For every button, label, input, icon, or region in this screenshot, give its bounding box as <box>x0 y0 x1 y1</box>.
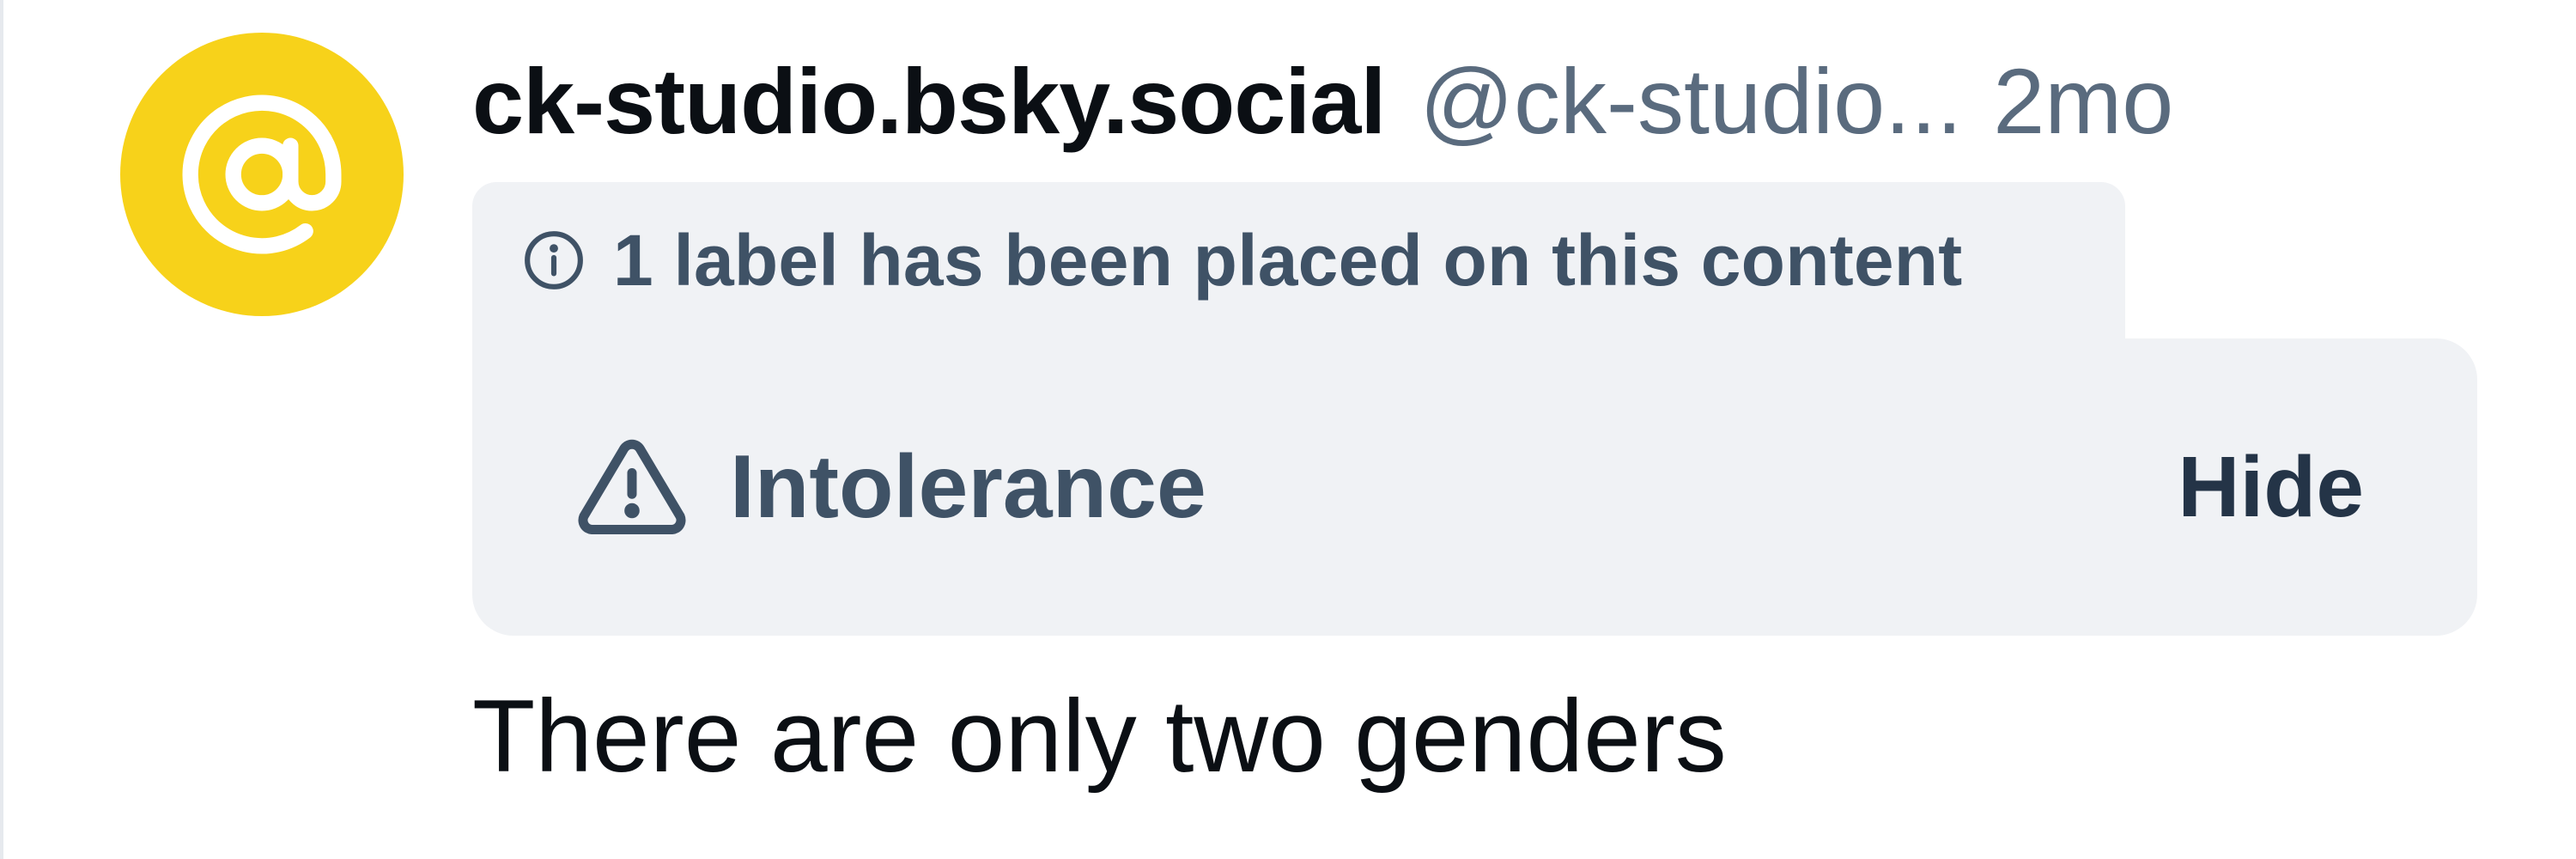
label-notice-text: 1 label has been placed on this content <box>613 219 1963 301</box>
thread-divider <box>0 0 3 859</box>
content-warning-card[interactable]: Intolerance Hide <box>472 338 2477 636</box>
warning-label: Intolerance <box>730 436 1206 537</box>
post-container: ck-studio.bsky.social @ck-studio... 2mo … <box>0 0 2576 859</box>
post-body-text: There are only two genders <box>472 679 1727 794</box>
label-notice[interactable]: 1 label has been placed on this content <box>472 182 2125 338</box>
avatar[interactable] <box>120 33 404 316</box>
author-handle[interactable]: @ck-studio... <box>1419 47 1962 155</box>
hide-button[interactable]: Hide <box>2178 438 2364 537</box>
post-header: ck-studio.bsky.social @ck-studio... 2mo <box>472 45 2173 156</box>
info-icon <box>525 231 583 289</box>
warning-triangle-icon <box>578 439 686 534</box>
at-sign-icon <box>182 94 342 254</box>
author-display-name[interactable]: ck-studio.bsky.social <box>472 47 1386 155</box>
post-timestamp[interactable]: 2mo <box>1993 47 2173 155</box>
